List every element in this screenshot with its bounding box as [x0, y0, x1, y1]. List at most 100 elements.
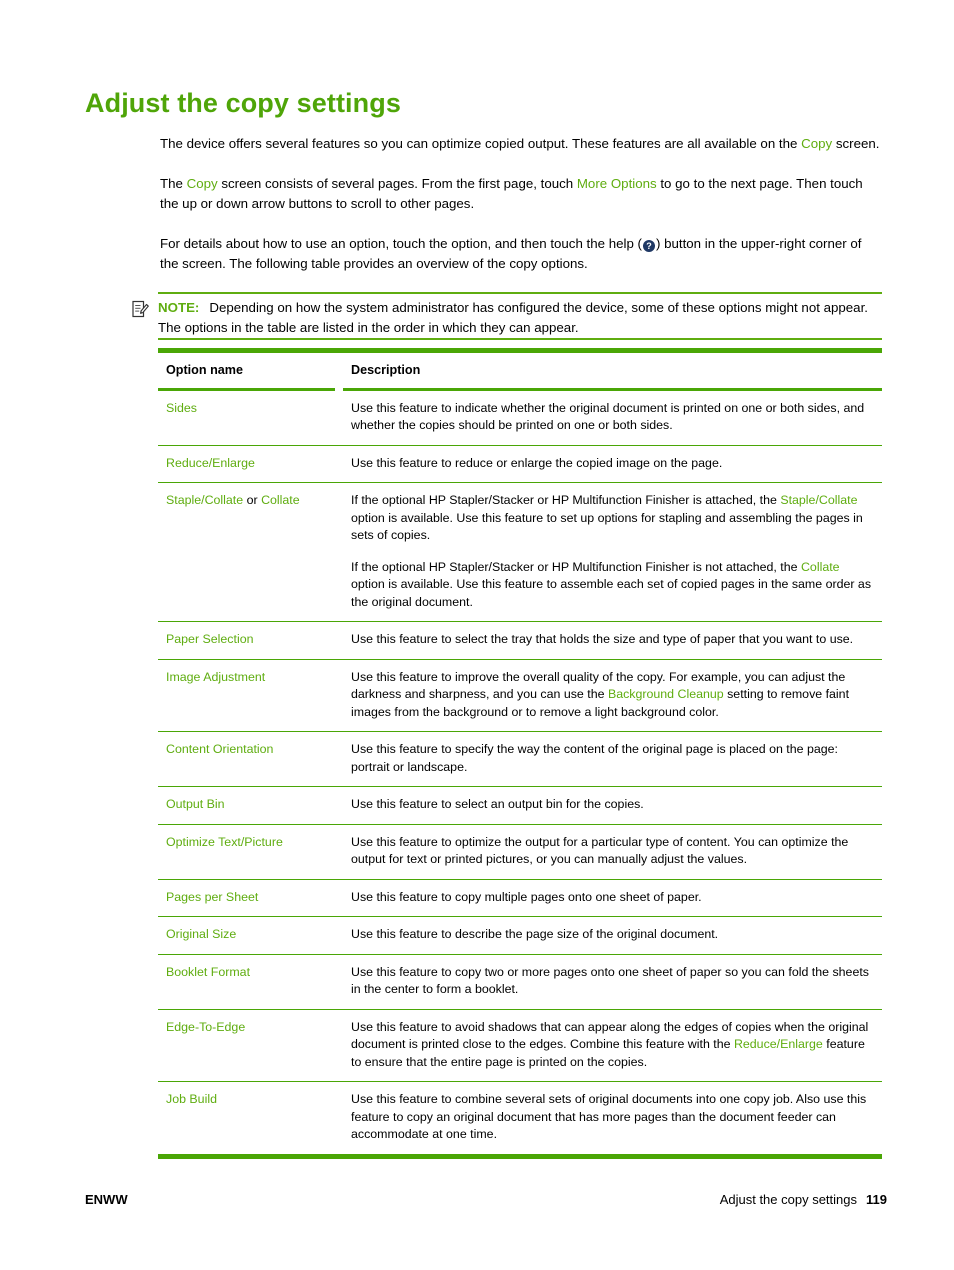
option-link[interactable]: Booklet Format: [166, 965, 250, 979]
description-text: Use this feature to select an output bin…: [351, 797, 644, 811]
intro-section: The device offers several features so yo…: [160, 134, 882, 294]
document-page: Adjust the copy settings The device offe…: [0, 0, 954, 1270]
column-header-description: Description: [351, 363, 421, 377]
table-row: Job Build Use this feature to combine sev…: [158, 1081, 882, 1154]
table-row: Image Adjustment Use this feature to impr…: [158, 658, 882, 732]
note-rule-top: [158, 292, 882, 294]
intro-p2-text-b: screen consists of several pages. From t…: [217, 176, 577, 191]
option-description-cell: Use this feature to specify the way the …: [343, 731, 882, 787]
option-description-cell: Use this feature to select the tray that…: [343, 621, 882, 659]
description-paragraph: If the optional HP Stapler/Stacker or HP…: [351, 492, 874, 545]
option-description-cell: Use this feature to optimize the output …: [343, 823, 882, 879]
option-name-cell: Booklet Format: [158, 953, 343, 1009]
description-text: Use this feature to combine several sets…: [351, 1092, 867, 1141]
description-paragraph: Use this feature to copy two or more pag…: [351, 964, 874, 999]
description-paragraph: Use this feature to optimize the output …: [351, 834, 874, 869]
option-link[interactable]: Output Bin: [166, 797, 225, 811]
inline-option-link[interactable]: Reduce/Enlarge: [734, 1037, 823, 1051]
description-paragraph: Use this feature to describe the page si…: [351, 926, 874, 944]
intro-paragraph-3: For details about how to use an option, …: [160, 234, 882, 274]
option-name-cell: Content Orientation: [158, 731, 343, 787]
description-paragraph: Use this feature to reduce or enlarge th…: [351, 455, 874, 473]
option-name-cell: Original Size: [158, 916, 343, 954]
inline-option-link[interactable]: Collate: [801, 560, 840, 574]
note-pencil-icon: [132, 300, 149, 318]
column-header-option-name: Option name: [166, 363, 243, 377]
intro-p1-text-b: screen.: [832, 136, 880, 151]
description-text: Use this feature to indicate whether the…: [351, 400, 865, 433]
table-header-row: Option name Description: [158, 353, 882, 388]
description-paragraph: Use this feature to avoid shadows that c…: [351, 1019, 874, 1072]
option-link[interactable]: Pages per Sheet: [166, 890, 258, 904]
description-text: Use this feature to copy multiple pages …: [351, 889, 702, 904]
table-row: Sides Use this feature to indicate whethe…: [158, 391, 882, 446]
table-row: Edge-To-Edge Use this feature to avoid sh…: [158, 1008, 882, 1082]
description-paragraph: Use this feature to copy multiple pages …: [351, 889, 874, 907]
footer-locale: ENWW: [85, 1192, 128, 1207]
option-name-cell: Paper Selection: [158, 621, 343, 659]
copy-options-table: Option name Description Sides Use this fe…: [158, 348, 882, 1159]
note-body: NOTE: Depending on how the system adminis…: [158, 298, 882, 338]
option-description-cell: Use this feature to reduce or enlarge th…: [343, 444, 882, 483]
option-link[interactable]: Reduce/Enlarge: [166, 456, 255, 470]
intro-p3-text-a: For details about how to use an option, …: [160, 236, 642, 251]
description-text: Use this feature to copy two or more pag…: [351, 964, 869, 997]
table-bottom-rule: [158, 1153, 882, 1159]
description-text: Use this feature to specify the way the …: [351, 742, 838, 774]
table-body: Sides Use this feature to indicate whethe…: [158, 391, 882, 1154]
footer-section-ref: Adjust the copy settings 119: [720, 1192, 887, 1207]
table-row: Reduce/Enlarge Use this feature to reduce…: [158, 444, 882, 483]
copy-link[interactable]: Copy: [801, 136, 832, 151]
option-description-cell: Use this feature to indicate whether the…: [343, 391, 882, 446]
option-name-cell: Optimize Text/Picture: [158, 823, 343, 879]
option-name-cell: Output Bin: [158, 786, 343, 824]
description-text: Use this feature to describe the page si…: [351, 927, 719, 941]
options-table: Option name Description Sides Use this fe…: [158, 353, 882, 1154]
note-rule-bottom: [158, 338, 882, 340]
option-link[interactable]: Collate: [261, 493, 300, 507]
option-link[interactable]: Image Adjustment: [166, 670, 265, 684]
option-link[interactable]: Sides: [166, 401, 197, 415]
option-link[interactable]: Content Orientation: [166, 742, 273, 756]
footer-page-number: 119: [866, 1192, 887, 1207]
table-row: Content Orientation Use this feature to s…: [158, 731, 882, 787]
help-icon: ?: [642, 240, 655, 252]
table-row: Staple/Collate or Collate If the optional…: [158, 482, 882, 622]
option-link[interactable]: Optimize Text/Picture: [166, 835, 283, 849]
description-paragraph: If the optional HP Stapler/Stacker or HP…: [351, 559, 874, 612]
description-text: option is available. Use this feature to…: [351, 577, 872, 609]
option-link[interactable]: Job Build: [166, 1092, 217, 1106]
copy-link-2[interactable]: Copy: [187, 176, 218, 191]
option-description-cell: Use this feature to select an output bin…: [343, 786, 882, 824]
table-row: Booklet Format Use this feature to copy t…: [158, 953, 882, 1009]
option-link[interactable]: Staple/Collate: [166, 493, 243, 507]
description-text: option is available. Use this feature to…: [351, 510, 863, 543]
option-description-cell: Use this feature to copy two or more pag…: [343, 953, 882, 1009]
description-paragraph: Use this feature to improve the overall …: [351, 669, 874, 722]
option-description-cell: Use this feature to avoid shadows that c…: [343, 1008, 882, 1082]
description-paragraph: Use this feature to select the tray that…: [351, 631, 874, 649]
option-link[interactable]: Paper Selection: [166, 632, 253, 646]
description-text: Use this feature to optimize the output …: [351, 834, 849, 867]
description-text: If the optional HP Stapler/Stacker or HP…: [351, 559, 801, 574]
description-text: If the optional HP Stapler/Stacker or HP…: [351, 493, 781, 507]
table-row: Output Bin Use this feature to select an …: [158, 786, 882, 824]
option-description-cell: Use this feature to describe the page si…: [343, 916, 882, 954]
intro-p1-text-a: The device offers several features so yo…: [160, 136, 802, 151]
inline-option-link[interactable]: Background Cleanup: [608, 687, 724, 701]
description-text: Use this feature to select the tray that…: [351, 632, 854, 646]
note-text: Depending on how the system administrato…: [158, 300, 868, 335]
description-paragraph: Use this feature to select an output bin…: [351, 796, 874, 814]
table-row: Optimize Text/Picture Use this feature to…: [158, 823, 882, 879]
note-label: NOTE:: [158, 300, 200, 315]
option-description-cell: Use this feature to copy multiple pages …: [343, 878, 882, 917]
footer-section-title: Adjust the copy settings: [719, 1192, 858, 1207]
more-options-link[interactable]: More Options: [577, 176, 657, 191]
inline-option-link[interactable]: Staple/Collate: [780, 493, 857, 507]
option-link[interactable]: Original Size: [166, 927, 236, 941]
option-conjunction: or: [243, 493, 262, 507]
option-link[interactable]: Edge-To-Edge: [166, 1020, 245, 1034]
page-title: Adjust the copy settings: [85, 88, 401, 118]
option-name-cell: Job Build: [158, 1081, 343, 1154]
description-paragraph: Use this feature to combine several sets…: [351, 1091, 874, 1144]
